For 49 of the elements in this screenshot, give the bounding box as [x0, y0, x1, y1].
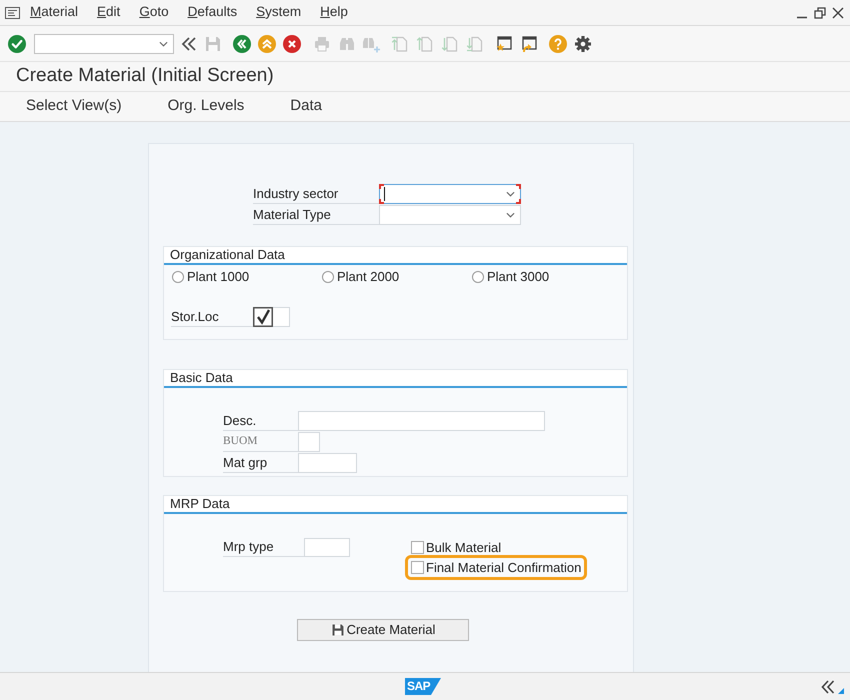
field-label: Industry sector [253, 184, 379, 204]
chevron-down-icon[interactable] [159, 40, 168, 46]
chevron-down-icon[interactable] [506, 212, 515, 218]
logo: SAP [405, 678, 442, 695]
menu-item[interactable]: System [256, 2, 302, 23]
menu-item[interactable]: Defaults [188, 2, 238, 23]
close-icon[interactable] [832, 6, 844, 18]
radio-label: Plant 1000 [187, 268, 250, 286]
group-header: Organizational Data [164, 247, 627, 265]
screen-title: Create Material (Initial Screen) [16, 64, 274, 88]
double-chevron-left-icon[interactable] [821, 680, 835, 694]
menu-icon[interactable] [5, 6, 20, 18]
checkbox[interactable] [411, 561, 424, 574]
radio-button[interactable] [322, 271, 334, 283]
close-circle-icon[interactable] [283, 34, 301, 52]
menu-item[interactable]: Edit [97, 2, 120, 23]
settings-icon[interactable] [574, 34, 592, 52]
group-header: Basic Data [164, 370, 627, 388]
checkbox-label: Final Material Confirmation [426, 558, 582, 577]
resize-grip-icon[interactable] [838, 688, 844, 694]
chevron-down-icon[interactable] [506, 191, 515, 197]
radio-button[interactable] [172, 271, 184, 283]
input-field[interactable] [304, 538, 350, 557]
group-header: MRP Data [164, 496, 627, 514]
checkbox-label: Bulk Material [426, 538, 502, 557]
toolbar-button[interactable]: Data [280, 94, 332, 120]
input-field[interactable] [298, 453, 357, 473]
dropdown-field[interactable] [379, 184, 521, 204]
command-field[interactable] [34, 34, 174, 54]
help-icon[interactable] [549, 34, 567, 52]
checkbox[interactable] [253, 307, 273, 327]
menu-item[interactable]: Material [30, 2, 78, 23]
menu-item[interactable]: Goto [139, 2, 169, 23]
create-material-button[interactable]: Create Material [297, 619, 469, 641]
checkbox[interactable] [411, 541, 424, 554]
text-cursor [384, 187, 385, 201]
menu-item[interactable]: Help [320, 2, 348, 23]
radio-label: Plant 3000 [487, 268, 550, 286]
radio-label: Plant 2000 [337, 268, 400, 286]
radio-button[interactable] [472, 271, 484, 283]
input-field[interactable] [298, 411, 545, 431]
double-chevron-up-circle-icon[interactable] [258, 34, 276, 52]
toolbar-button[interactable]: Org. Levels [158, 94, 254, 120]
checkmark-circle-icon[interactable] [8, 34, 26, 52]
input-field[interactable] [298, 432, 320, 452]
double-chevron-left-circle-icon[interactable] [233, 34, 251, 52]
restore-icon[interactable] [814, 6, 826, 18]
toolbar-button[interactable]: Select View(s) [16, 94, 132, 120]
double-chevron-left-icon[interactable] [180, 34, 198, 52]
